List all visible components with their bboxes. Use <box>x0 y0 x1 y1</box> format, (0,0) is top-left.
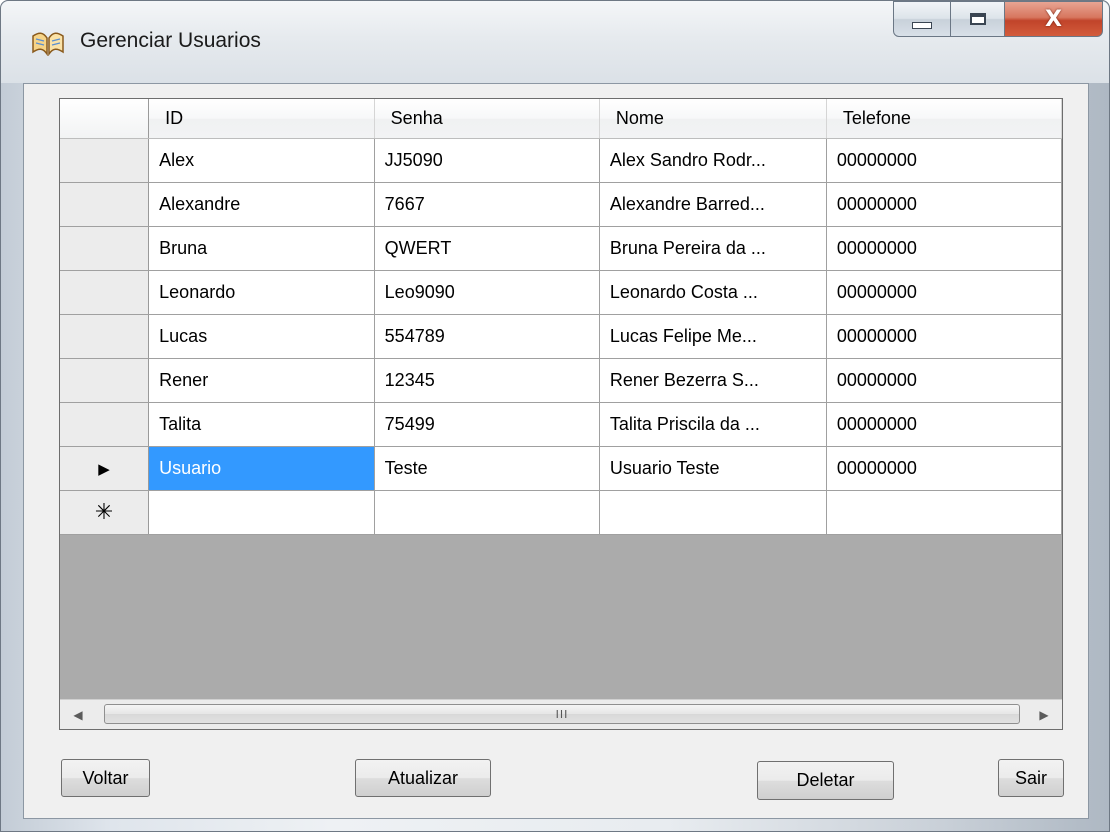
cell-id[interactable]: Lucas <box>148 314 375 359</box>
deletar-button[interactable]: Deletar <box>757 761 894 800</box>
close-icon: X <box>1045 6 1062 32</box>
window: Gerenciar Usuarios X ID Senha Nome Telef… <box>0 0 1110 832</box>
cell-senha[interactable]: JJ5090 <box>374 138 600 183</box>
cell-nome[interactable]: Lucas Felipe Me... <box>599 314 827 359</box>
row-header[interactable] <box>60 270 150 315</box>
scroll-right-button[interactable]: ▶ <box>1026 700 1062 729</box>
cell-telefone[interactable]: 00000000 <box>826 138 1062 183</box>
sair-button[interactable]: Sair <box>998 759 1064 797</box>
voltar-button[interactable]: Voltar <box>61 759 150 797</box>
maximize-button[interactable] <box>951 1 1005 37</box>
client-area: ID Senha Nome Telefone Alex JJ5090 Alex … <box>23 83 1089 819</box>
title-bar[interactable]: Gerenciar Usuarios X <box>1 1 1109 83</box>
row-header[interactable] <box>60 358 150 403</box>
caption-buttons: X <box>893 1 1103 41</box>
cell-nome[interactable]: Rener Bezerra S... <box>599 358 827 403</box>
cell-telefone-new[interactable] <box>826 490 1062 535</box>
cell-telefone[interactable]: 00000000 <box>826 358 1062 403</box>
cell-id[interactable]: Rener <box>148 358 375 403</box>
cell-senha[interactable]: 75499 <box>374 402 600 447</box>
corner-header-cell[interactable] <box>60 99 150 139</box>
cell-nome[interactable]: Leonardo Costa ... <box>599 270 827 315</box>
cell-nome-new[interactable] <box>599 490 827 535</box>
cell-nome[interactable]: Bruna Pereira da ... <box>599 226 827 271</box>
users-table: ID Senha Nome Telefone Alex JJ5090 Alex … <box>60 99 1062 535</box>
atualizar-button[interactable]: Atualizar <box>355 759 491 797</box>
table-row[interactable]: Talita 75499 Talita Priscila da ... 0000… <box>60 402 1062 447</box>
cell-senha[interactable]: QWERT <box>374 226 600 271</box>
table-row[interactable]: Leonardo Leo9090 Leonardo Costa ... 0000… <box>60 270 1062 315</box>
scrollbar-grip-icon: III <box>555 707 569 721</box>
column-header-nome[interactable]: Nome <box>599 99 827 139</box>
cell-telefone[interactable]: 00000000 <box>826 270 1062 315</box>
row-header-current[interactable]: ▶ <box>60 446 150 491</box>
table-header-row: ID Senha Nome Telefone <box>60 99 1062 139</box>
table-row[interactable]: Alexandre 7667 Alexandre Barred... 00000… <box>60 182 1062 227</box>
minimize-icon <box>912 21 932 29</box>
cell-telefone[interactable]: 00000000 <box>826 446 1062 491</box>
cell-id[interactable]: Bruna <box>148 226 375 271</box>
cell-id-selected[interactable]: Usuario <box>148 446 375 491</box>
table-row[interactable]: Lucas 554789 Lucas Felipe Me... 00000000 <box>60 314 1062 359</box>
cell-senha[interactable]: 7667 <box>374 182 600 227</box>
row-header[interactable] <box>60 402 150 447</box>
app-icon <box>32 32 64 56</box>
cell-nome[interactable]: Alex Sandro Rodr... <box>599 138 827 183</box>
column-header-telefone[interactable]: Telefone <box>826 99 1062 139</box>
row-header-new[interactable]: ✳ <box>60 490 150 535</box>
window-title: Gerenciar Usuarios <box>80 29 261 52</box>
cell-telefone[interactable]: 00000000 <box>826 226 1062 271</box>
cell-id[interactable]: Alexandre <box>148 182 375 227</box>
cell-nome[interactable]: Talita Priscila da ... <box>599 402 827 447</box>
scroll-left-button[interactable]: ◀ <box>60 700 96 729</box>
scroll-right-arrow-icon: ▶ <box>1039 707 1049 722</box>
cell-telefone[interactable]: 00000000 <box>826 314 1062 359</box>
maximize-icon <box>969 13 986 25</box>
scrollbar-thumb[interactable]: III <box>104 704 1020 724</box>
cell-senha[interactable]: 554789 <box>374 314 600 359</box>
close-button[interactable]: X <box>1005 1 1103 37</box>
cell-senha[interactable]: Leo9090 <box>374 270 600 315</box>
cell-nome[interactable]: Alexandre Barred... <box>599 182 827 227</box>
cell-telefone[interactable]: 00000000 <box>826 402 1062 447</box>
column-header-id[interactable]: ID <box>148 99 375 139</box>
cell-id[interactable]: Talita <box>148 402 375 447</box>
cell-senha[interactable]: 12345 <box>374 358 600 403</box>
cell-id-new[interactable] <box>148 490 375 535</box>
table-row[interactable]: Rener 12345 Rener Bezerra S... 00000000 <box>60 358 1062 403</box>
users-data-grid[interactable]: ID Senha Nome Telefone Alex JJ5090 Alex … <box>59 98 1063 730</box>
row-header[interactable] <box>60 314 150 359</box>
cell-senha[interactable]: Teste <box>374 446 600 491</box>
table-row[interactable]: Alex JJ5090 Alex Sandro Rodr... 00000000 <box>60 138 1062 183</box>
row-header[interactable] <box>60 138 150 183</box>
cell-id[interactable]: Alex <box>148 138 375 183</box>
cell-senha-new[interactable] <box>374 490 600 535</box>
row-header[interactable] <box>60 226 150 271</box>
cell-telefone[interactable]: 00000000 <box>826 182 1062 227</box>
minimize-button[interactable] <box>893 1 951 37</box>
row-header[interactable] <box>60 182 150 227</box>
scroll-left-arrow-icon: ◀ <box>73 707 83 722</box>
column-header-senha[interactable]: Senha <box>374 99 600 139</box>
table-row-current[interactable]: ▶ Usuario Teste Usuario Teste 00000000 <box>60 446 1062 491</box>
table-row-new[interactable]: ✳ <box>60 490 1062 535</box>
current-row-pointer-icon: ▶ <box>98 460 110 478</box>
table-row[interactable]: Bruna QWERT Bruna Pereira da ... 0000000… <box>60 226 1062 271</box>
new-row-asterisk-icon: ✳ <box>94 499 114 525</box>
cell-id[interactable]: Leonardo <box>148 270 375 315</box>
cell-nome[interactable]: Usuario Teste <box>599 446 827 491</box>
horizontal-scrollbar[interactable]: ◀ III ▶ <box>60 699 1062 729</box>
